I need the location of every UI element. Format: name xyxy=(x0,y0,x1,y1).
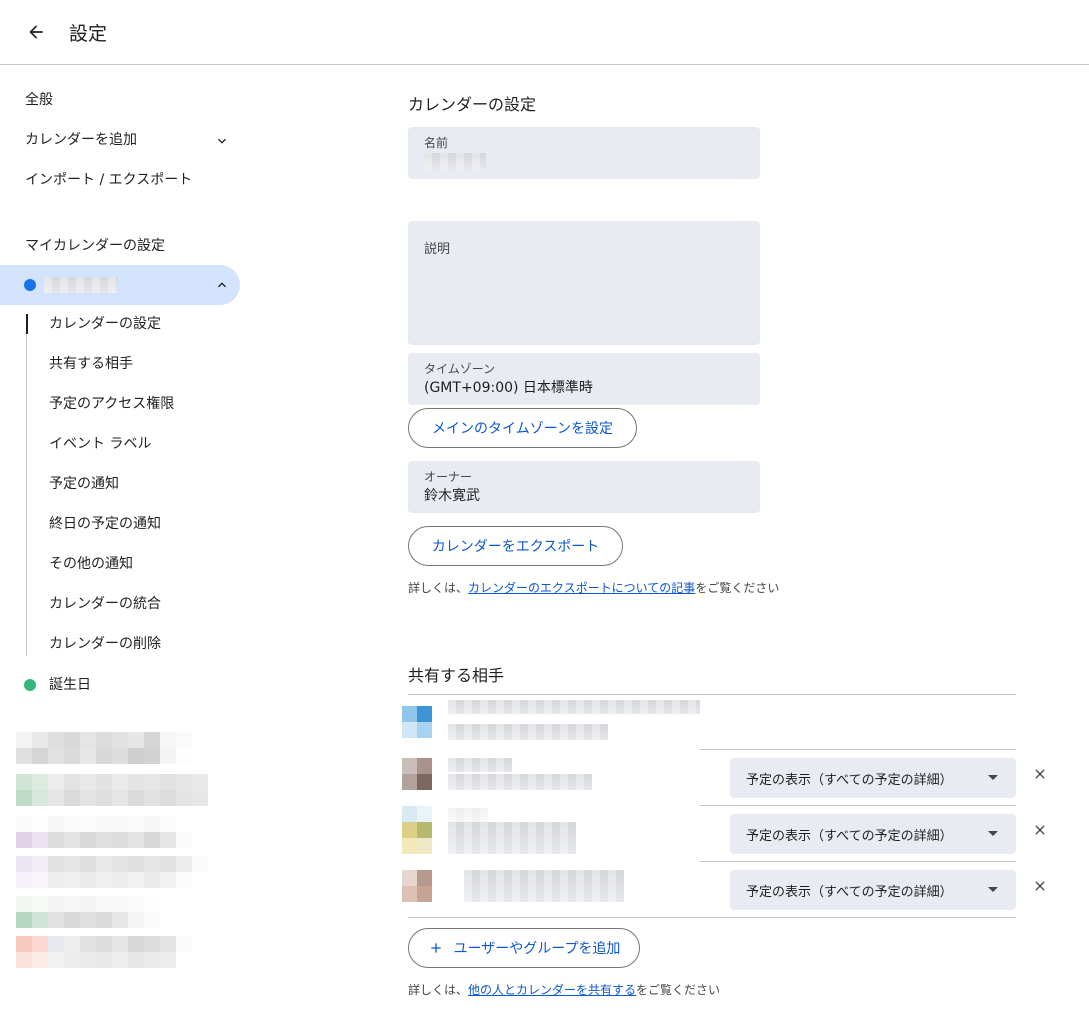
sidebar: 全般 カレンダーを追加 インポート / エクスポート マイカレンダーの設定 カレ… xyxy=(0,66,260,1017)
add-people-button[interactable]: ユーザーやグループを追加 xyxy=(408,928,640,968)
sidebar-item-import-export[interactable]: インポート / エクスポート xyxy=(25,170,192,190)
birthday-label: 誕生日 xyxy=(49,677,91,693)
share-with-title: 共有する相手 xyxy=(408,666,505,685)
close-icon xyxy=(1035,881,1045,891)
chevron-up-icon[interactable] xyxy=(214,277,230,293)
export-help-text: 詳しくは、カレンダーのエクスポートについての記事をご覧ください xyxy=(408,579,779,596)
permission-select[interactable]: 予定の表示（すべての予定の詳細） xyxy=(730,814,1016,854)
app-header: 設定 xyxy=(0,0,1089,65)
redacted-name-value xyxy=(424,153,486,169)
dropdown-arrow-icon xyxy=(988,775,998,780)
owner-field-value: 鈴木寛武 xyxy=(424,488,480,504)
redacted-user-email xyxy=(464,870,624,902)
redacted-user-email xyxy=(448,724,608,740)
redacted-calendar-item[interactable] xyxy=(16,816,208,848)
remove-user-button[interactable] xyxy=(1030,876,1050,896)
subnav-integrate-calendar[interactable]: カレンダーの統合 xyxy=(49,594,161,614)
calendar-color-dot xyxy=(24,279,36,291)
redacted-user-email xyxy=(448,822,576,854)
name-field-label: 名前 xyxy=(424,136,449,150)
permission-select[interactable]: 予定の表示（すべての予定の詳細） xyxy=(730,870,1016,910)
redacted-calendar-item[interactable] xyxy=(16,896,208,928)
redacted-calendar-item[interactable] xyxy=(16,774,208,806)
owner-field-label: オーナー xyxy=(424,470,473,484)
calendar-color-dot xyxy=(24,679,36,691)
redacted-calendar-item[interactable] xyxy=(16,936,208,968)
plus-icon xyxy=(430,943,441,953)
avatar-lower xyxy=(402,838,432,854)
dropdown-arrow-icon xyxy=(988,887,998,892)
remove-user-button[interactable] xyxy=(1030,820,1050,840)
permission-select-value: 予定の表示（すべての予定の詳細） xyxy=(746,829,953,844)
chevron-down-icon[interactable] xyxy=(214,133,230,149)
my-calendars-label: マイカレンダーの設定 xyxy=(25,238,165,254)
timezone-field-value: (GMT+09:00) 日本標準時 xyxy=(424,380,593,396)
redacted-calendar-name xyxy=(44,277,118,293)
avatar xyxy=(402,758,432,790)
page-title: 設定 xyxy=(69,23,108,45)
subnav-calendar-settings[interactable]: カレンダーの設定 xyxy=(49,314,161,334)
main-content: カレンダーの設定 名前 説明 タイムゾーン (GMT+09:00) 日本標準時 … xyxy=(402,66,1089,1017)
subnav-remove-calendar[interactable]: カレンダーの削除 xyxy=(49,634,161,654)
redacted-user-email xyxy=(448,774,592,790)
dropdown-arrow-icon xyxy=(988,831,998,836)
redacted-calendar-item[interactable] xyxy=(16,732,208,764)
share-help-link[interactable]: 他の人とカレンダーを共有する xyxy=(468,983,636,997)
share-help-suffix: をご覧ください xyxy=(636,983,721,997)
redacted-calendar-item[interactable] xyxy=(16,856,208,888)
subnav-other-notifications[interactable]: その他の通知 xyxy=(49,554,133,574)
subnav-line xyxy=(26,314,27,656)
subnav-event-notifications[interactable]: 予定の通知 xyxy=(49,474,119,494)
name-field[interactable]: 名前 xyxy=(408,127,760,179)
close-icon xyxy=(1035,769,1045,779)
share-row: 予定の表示（すべての予定の詳細） xyxy=(402,806,1089,862)
add-people-label: ユーザーやグループを追加 xyxy=(453,941,621,957)
set-main-timezone-button[interactable]: メインのタイムゾーンを設定 xyxy=(408,408,637,448)
remove-user-button[interactable] xyxy=(1030,764,1050,784)
subnav-active-indicator xyxy=(26,314,28,334)
export-calendar-button[interactable]: カレンダーをエクスポート xyxy=(408,526,623,566)
redacted-user-name xyxy=(448,758,512,772)
back-button[interactable] xyxy=(20,16,52,48)
export-help-prefix: 詳しくは、 xyxy=(408,581,469,595)
description-field-label: 説明 xyxy=(424,242,451,257)
share-row: 予定の表示（すべての予定の詳細） xyxy=(402,862,1089,918)
share-row: 予定の表示（すべての予定の詳細） xyxy=(402,750,1089,806)
timezone-field-label: タイムゾーン xyxy=(424,362,496,376)
permission-select-value: 予定の表示（すべての予定の詳細） xyxy=(746,773,953,788)
redacted-user-name xyxy=(448,808,488,822)
avatar xyxy=(402,806,432,838)
subnav-access-permissions[interactable]: 予定のアクセス権限 xyxy=(49,394,174,414)
permission-select[interactable]: 予定の表示（すべての予定の詳細） xyxy=(730,758,1016,798)
share-divider xyxy=(408,917,1016,918)
sidebar-item-add-calendar[interactable]: カレンダーを追加 xyxy=(25,130,137,150)
permission-select-value: 予定の表示（すべての予定の詳細） xyxy=(746,885,953,900)
sidebar-item-birthdays[interactable]: 誕生日 xyxy=(0,672,240,696)
arrow-back-icon xyxy=(29,25,43,39)
owner-field: オーナー 鈴木寛武 xyxy=(408,461,760,513)
description-field[interactable]: 説明 xyxy=(408,221,760,345)
avatar xyxy=(402,706,432,738)
redacted-user-name xyxy=(448,700,700,714)
avatar xyxy=(402,870,432,902)
calendar-settings-title: カレンダーの設定 xyxy=(408,95,537,114)
timezone-field[interactable]: タイムゾーン (GMT+09:00) 日本標準時 xyxy=(408,353,760,405)
subnav-event-labels[interactable]: イベント ラベル xyxy=(49,434,151,454)
share-help-text: 詳しくは、他の人とカレンダーを共有するをご覧ください xyxy=(408,981,720,998)
sidebar-item-selected-calendar[interactable] xyxy=(0,265,240,305)
sidebar-item-general[interactable]: 全般 xyxy=(25,90,53,110)
subnav-share-with[interactable]: 共有する相手 xyxy=(49,354,133,374)
export-help-suffix: をご覧ください xyxy=(695,581,780,595)
export-help-link[interactable]: カレンダーのエクスポートについての記事 xyxy=(468,581,695,595)
share-help-prefix: 詳しくは、 xyxy=(408,983,469,997)
subnav-allday-notifications[interactable]: 終日の予定の通知 xyxy=(49,514,161,534)
close-icon xyxy=(1035,825,1045,835)
share-row xyxy=(402,694,1016,750)
